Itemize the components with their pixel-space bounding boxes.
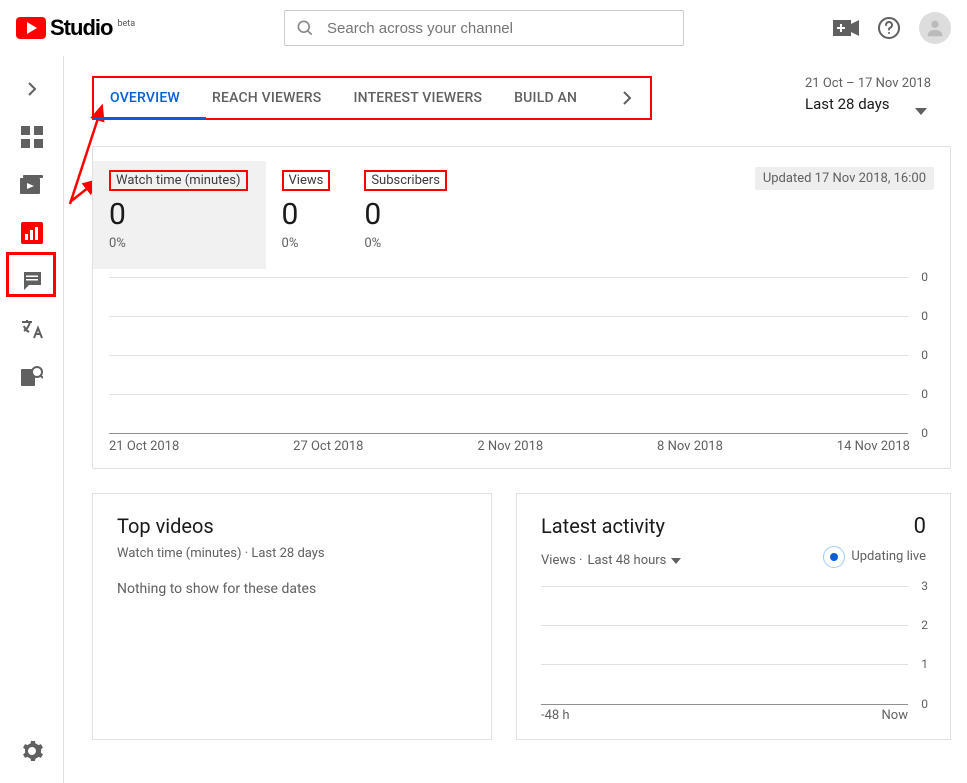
date-range-text: 21 Oct – 17 Nov 2018 bbox=[805, 76, 931, 91]
metric-views[interactable]: Views 0 0% bbox=[266, 161, 349, 269]
y-tick: 2 bbox=[921, 618, 928, 632]
sidebar-item-translations[interactable] bbox=[12, 310, 52, 348]
app-header: Studio beta bbox=[0, 0, 967, 56]
y-tick: 0 bbox=[921, 348, 928, 362]
studio-wordmark: Studio bbox=[50, 15, 112, 41]
tab-label: INTEREST VIEWERS bbox=[353, 90, 482, 106]
card-title: Top videos bbox=[117, 514, 467, 538]
dropdown-arrow-icon bbox=[671, 558, 681, 564]
sidebar bbox=[0, 56, 64, 783]
tab-label: OVERVIEW bbox=[110, 90, 180, 106]
search-input[interactable] bbox=[327, 20, 673, 37]
x-axis: 21 Oct 2018 27 Oct 2018 2 Nov 2018 8 Nov… bbox=[109, 439, 910, 454]
search-box[interactable] bbox=[284, 10, 684, 46]
activity-value: 0 bbox=[914, 514, 926, 539]
metric-label: Views bbox=[282, 170, 331, 191]
latest-activity-card: Latest activity 0 Views · Last 48 hours … bbox=[516, 493, 951, 740]
chevron-right-icon[interactable] bbox=[622, 90, 632, 106]
activity-chart: 3 2 1 0 bbox=[541, 586, 926, 704]
live-indicator: Updating live bbox=[823, 546, 926, 568]
translate-icon bbox=[20, 318, 44, 340]
date-range-label: Last 28 days bbox=[805, 95, 931, 113]
y-tick: 0 bbox=[921, 426, 928, 440]
card-title: Latest activity bbox=[541, 514, 665, 538]
search-icon bbox=[295, 18, 315, 38]
sidebar-item-other[interactable] bbox=[12, 358, 52, 396]
avatar[interactable] bbox=[919, 12, 951, 44]
dropdown-arrow-icon[interactable] bbox=[915, 108, 927, 116]
x-tick: 27 Oct 2018 bbox=[293, 439, 363, 454]
annotation-box-sidebar bbox=[6, 252, 56, 297]
y-tick: 3 bbox=[921, 579, 928, 593]
tab-reach-viewers[interactable]: REACH VIEWERS bbox=[196, 78, 338, 118]
tab-interest-viewers[interactable]: INTEREST VIEWERS bbox=[337, 78, 498, 118]
metric-value: 0 bbox=[109, 197, 248, 232]
metric-label: Subscribers bbox=[364, 170, 447, 191]
main-chart: 0 0 0 0 0 bbox=[109, 277, 922, 433]
help-icon[interactable] bbox=[877, 16, 901, 40]
y-tick: 0 bbox=[921, 270, 928, 284]
chevron-right-icon bbox=[27, 81, 37, 97]
gear-icon bbox=[20, 739, 44, 763]
tab-overview[interactable]: OVERVIEW bbox=[94, 78, 196, 118]
sidebar-item-analytics[interactable] bbox=[12, 214, 52, 252]
y-tick: 0 bbox=[921, 309, 928, 323]
beta-badge: beta bbox=[117, 19, 135, 29]
empty-state-text: Nothing to show for these dates bbox=[117, 581, 467, 597]
metric-value: 0 bbox=[364, 197, 447, 232]
metric-delta: 0% bbox=[109, 236, 248, 251]
metric-delta: 0% bbox=[364, 236, 447, 251]
x-tick: 14 Nov 2018 bbox=[837, 439, 910, 454]
x-axis: -48 h Now bbox=[541, 708, 926, 723]
x-tick: 8 Nov 2018 bbox=[657, 439, 723, 454]
sidebar-item-dashboard[interactable] bbox=[12, 118, 52, 156]
tab-label: REACH VIEWERS bbox=[212, 90, 322, 106]
person-icon bbox=[924, 17, 946, 39]
y-tick: 1 bbox=[921, 657, 928, 671]
x-tick: -48 h bbox=[541, 708, 570, 723]
live-dot-icon bbox=[830, 553, 838, 561]
metrics-card: Watch time (minutes) 0 0% Views 0 0% Sub… bbox=[92, 146, 951, 469]
y-tick: 0 bbox=[921, 387, 928, 401]
top-videos-card: Top videos Watch time (minutes) · Last 2… bbox=[92, 493, 492, 740]
tab-build-audience[interactable]: BUILD AN bbox=[498, 78, 593, 118]
videos-icon bbox=[20, 174, 44, 196]
sidebar-expand[interactable] bbox=[12, 70, 52, 108]
metric-delta: 0% bbox=[282, 236, 331, 251]
settings-button[interactable] bbox=[12, 731, 52, 771]
main-content: OVERVIEW REACH VIEWERS INTEREST VIEWERS … bbox=[64, 56, 967, 783]
card-subtitle: Watch time (minutes) · Last 28 days bbox=[117, 546, 467, 561]
live-text: Updating live bbox=[851, 549, 926, 564]
x-tick: Now bbox=[882, 708, 908, 723]
dashboard-icon bbox=[21, 126, 43, 148]
x-tick: 2 Nov 2018 bbox=[477, 439, 543, 454]
youtube-icon bbox=[16, 17, 46, 39]
tab-label: BUILD AN bbox=[514, 90, 577, 106]
activity-subtitle[interactable]: Views · Last 48 hours bbox=[541, 553, 681, 568]
library-icon bbox=[21, 366, 43, 388]
y-tick: 0 bbox=[921, 697, 928, 711]
tab-underline bbox=[94, 117, 206, 120]
tabs-container: OVERVIEW REACH VIEWERS INTEREST VIEWERS … bbox=[92, 76, 652, 120]
updated-badge: Updated 17 Nov 2018, 16:00 bbox=[755, 167, 934, 190]
metric-watch-time[interactable]: Watch time (minutes) 0 0% bbox=[93, 161, 266, 269]
x-tick: 21 Oct 2018 bbox=[109, 439, 179, 454]
metric-label: Watch time (minutes) bbox=[109, 170, 248, 191]
metric-value: 0 bbox=[282, 197, 331, 232]
logo[interactable]: Studio beta bbox=[16, 15, 135, 41]
create-video-icon[interactable] bbox=[833, 18, 859, 38]
sidebar-item-videos[interactable] bbox=[12, 166, 52, 204]
metric-subscribers[interactable]: Subscribers 0 0% bbox=[348, 161, 465, 269]
analytics-icon bbox=[21, 222, 43, 244]
